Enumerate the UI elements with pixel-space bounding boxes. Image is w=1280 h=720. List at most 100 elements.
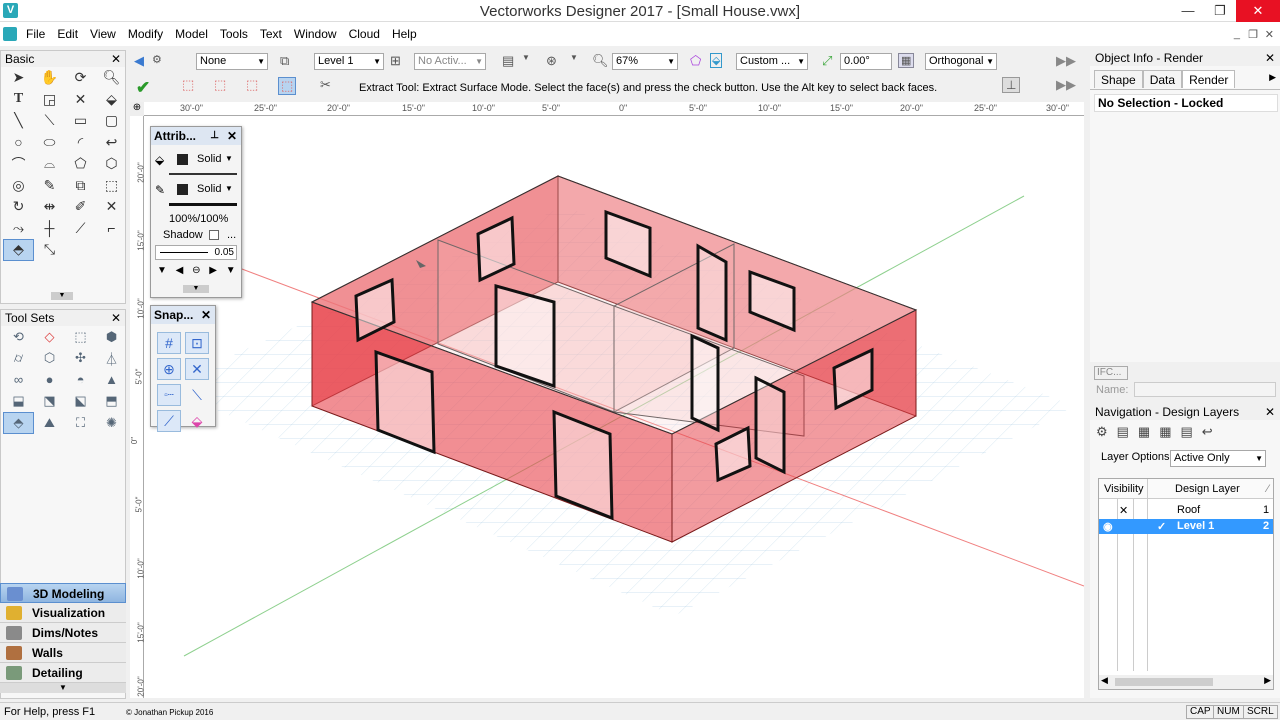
expand-icon[interactable]: ▼ [0,683,126,693]
pen-color-swatch[interactable] [177,184,188,195]
chamfer-edge-tool-icon[interactable]: ⬕ [65,391,96,413]
class-dropdown[interactable]: None ▼ [196,53,268,70]
opacity-value[interactable]: 100%/100% [169,213,228,225]
modebar-scroll-icon[interactable]: ▶▶ [1056,77,1076,93]
active-layer-icon[interactable]: ⊞ [390,53,401,69]
menu-modify[interactable]: Modify [122,22,169,46]
sphere-tool-icon[interactable]: ● [34,369,65,391]
fill-style[interactable]: Solid [197,153,221,165]
zoom-tool-icon[interactable]: 🔍︎ [96,67,127,89]
double-line-tool-icon[interactable]: ⟍ [34,110,65,132]
sweep-tool-icon[interactable]: ⬢ [96,326,127,348]
menu-text[interactable]: Text [254,22,288,46]
flyover-icon[interactable]: ⬠ [690,53,701,69]
selection-tool-icon[interactable]: ➤ [3,67,34,89]
snap-distance-icon[interactable]: ▫┄ [157,384,181,406]
visibility-toggle[interactable]: ✕ [1119,504,1128,517]
projection-dropdown[interactable]: Orthogonal ▼ [925,53,997,70]
layer-dropdown[interactable]: Level 1 ▼ [314,53,384,70]
split-tool-icon[interactable]: ⟋ [65,218,96,240]
tab-shape[interactable]: Shape [1094,70,1143,88]
snap-intersection-icon[interactable]: ✕ [185,358,209,380]
menu-cloud[interactable]: Cloud [343,22,386,46]
mirror-tool-icon[interactable]: ⇹ [34,196,65,218]
toolset-button-3d-modeling[interactable]: 3D Modeling [0,583,126,603]
design-layer-header[interactable]: Design Layer [1175,483,1240,495]
menu-file[interactable]: File [20,22,51,46]
hemisphere-tool-icon[interactable]: ◓ [65,369,96,391]
close-icon[interactable]: ✕ [227,127,237,145]
mode-face-icon[interactable]: ⬚ [214,77,226,93]
attribute-mapping-tool-icon[interactable]: ⬚ [96,175,127,197]
toolset-button-detailing[interactable]: Detailing [0,663,126,683]
doc-minimize-icon[interactable]: _ [1234,28,1240,40]
close-button[interactable]: ✕ [1236,0,1280,22]
zoom-dropdown[interactable]: 67% ▼ [612,53,678,70]
drawing-canvas[interactable] [144,116,1085,698]
regular-polygon-tool-icon[interactable]: ⬡ [96,153,127,175]
expand-icon[interactable]: ▼ [51,292,73,300]
visibility-toggle[interactable]: ◉ [1103,520,1113,533]
menu-help[interactable]: Help [386,22,423,46]
cylinder-tool-icon[interactable]: ⌭ [3,348,34,370]
zoom-icon[interactable]: 🔍︎ [592,53,609,69]
rotate-tool-icon[interactable]: ↻ [3,196,34,218]
working-plane-tool-icon[interactable]: ◇ [34,326,65,348]
menu-edit[interactable]: Edit [51,22,84,46]
taper-face-tool-icon[interactable]: ⬒ [96,391,127,413]
pyramid-tool-icon[interactable]: ▲ [96,369,127,391]
polygon-tool-icon[interactable]: ⬠ [65,153,96,175]
eyedropper-tool-icon[interactable]: ✎ [34,175,65,197]
text-tool-icon[interactable]: T [3,89,34,111]
callout-tool-icon[interactable]: ◲ [34,89,65,111]
visibility-header[interactable]: Visibility [1104,483,1144,495]
snap-working-plane-icon[interactable]: ⬙ [185,410,209,432]
offset-tool-icon[interactable]: ⧉ [65,175,96,197]
polyline-tool-icon[interactable]: ⌓ [34,153,65,175]
toolset-button-visualization[interactable]: Visualization [0,603,126,623]
measure-tool-icon[interactable]: ⤡ [34,239,65,261]
shadow-options[interactable]: ... [227,229,236,241]
box-tool-icon[interactable]: ⬡ [34,348,65,370]
ruler-origin-icon[interactable]: ⊕ [130,102,144,116]
restore-button[interactable]: ❐ [1204,0,1236,22]
nav-toolbar[interactable]: ⚙▤▦▦▤↩ [1096,424,1222,440]
back-arrow-icon[interactable]: ◀ [134,53,144,69]
spiral-tool-icon[interactable]: ◎ [3,175,34,197]
shadow-checkbox[interactable] [209,230,219,240]
rotate-plan-icon[interactable]: ⤢ [822,53,832,69]
arrowhead-controls[interactable]: ▼ ◀ ⊖ ▶ ▼ [157,265,239,276]
layer-row[interactable]: ✕ Roof 1 [1099,503,1273,518]
sheet-icon[interactable]: ▤ [502,53,514,69]
toolset-button-walls[interactable]: Walls [0,643,126,663]
layer-row[interactable]: ◉ ✓ Level 1 2 [1099,519,1273,534]
menu-tools[interactable]: Tools [214,22,254,46]
3d-locus-tool-icon[interactable]: ⬙ [96,89,127,111]
sheet-dropdown-icon[interactable]: ▼ [522,53,530,62]
check-button-icon[interactable]: ✔ [136,78,150,98]
extract-surface-mode-icon[interactable]: ⬚ [278,77,297,95]
doc-restore-icon[interactable]: ❐ [1248,28,1258,41]
close-icon[interactable]: ✕ [201,306,211,324]
pan-tool-icon[interactable]: ✋ [34,67,65,89]
arc-tool-icon[interactable]: ◜ [65,132,96,154]
custom-view-dropdown[interactable]: Custom ... ▼ [736,53,808,70]
close-icon[interactable]: ✕ [1265,404,1275,420]
locus-tool-icon[interactable]: ✕ [65,89,96,111]
rectangle-tool-icon[interactable]: ▭ [65,110,96,132]
line-weight-field[interactable]: 0.05 [155,245,237,260]
extrude-tool-icon[interactable]: ⬚ [65,326,96,348]
mode-edge-icon[interactable]: ⬚ [246,77,258,93]
fillet-tool-icon[interactable]: ⌐ [96,218,127,240]
doc-close-icon[interactable]: ✕ [1265,28,1274,41]
layer-options-dropdown[interactable]: Active Only ▼ [1170,450,1266,467]
trim-tool-icon[interactable]: ✕ [96,196,127,218]
fill-dropdown-icon[interactable]: ▼ [225,154,233,163]
rounded-rectangle-tool-icon[interactable]: ▢ [96,110,127,132]
clip-tool-icon[interactable]: ⤳ [3,218,34,240]
projection-icon[interactable]: ▦ [898,53,915,68]
horizontal-scrollbar[interactable]: ◀ ▶ [1099,675,1273,689]
pen-style[interactable]: Solid [197,183,221,195]
view-dropdown-icon[interactable]: ▼ [570,53,578,62]
circle-tool-icon[interactable]: ○ [3,132,34,154]
